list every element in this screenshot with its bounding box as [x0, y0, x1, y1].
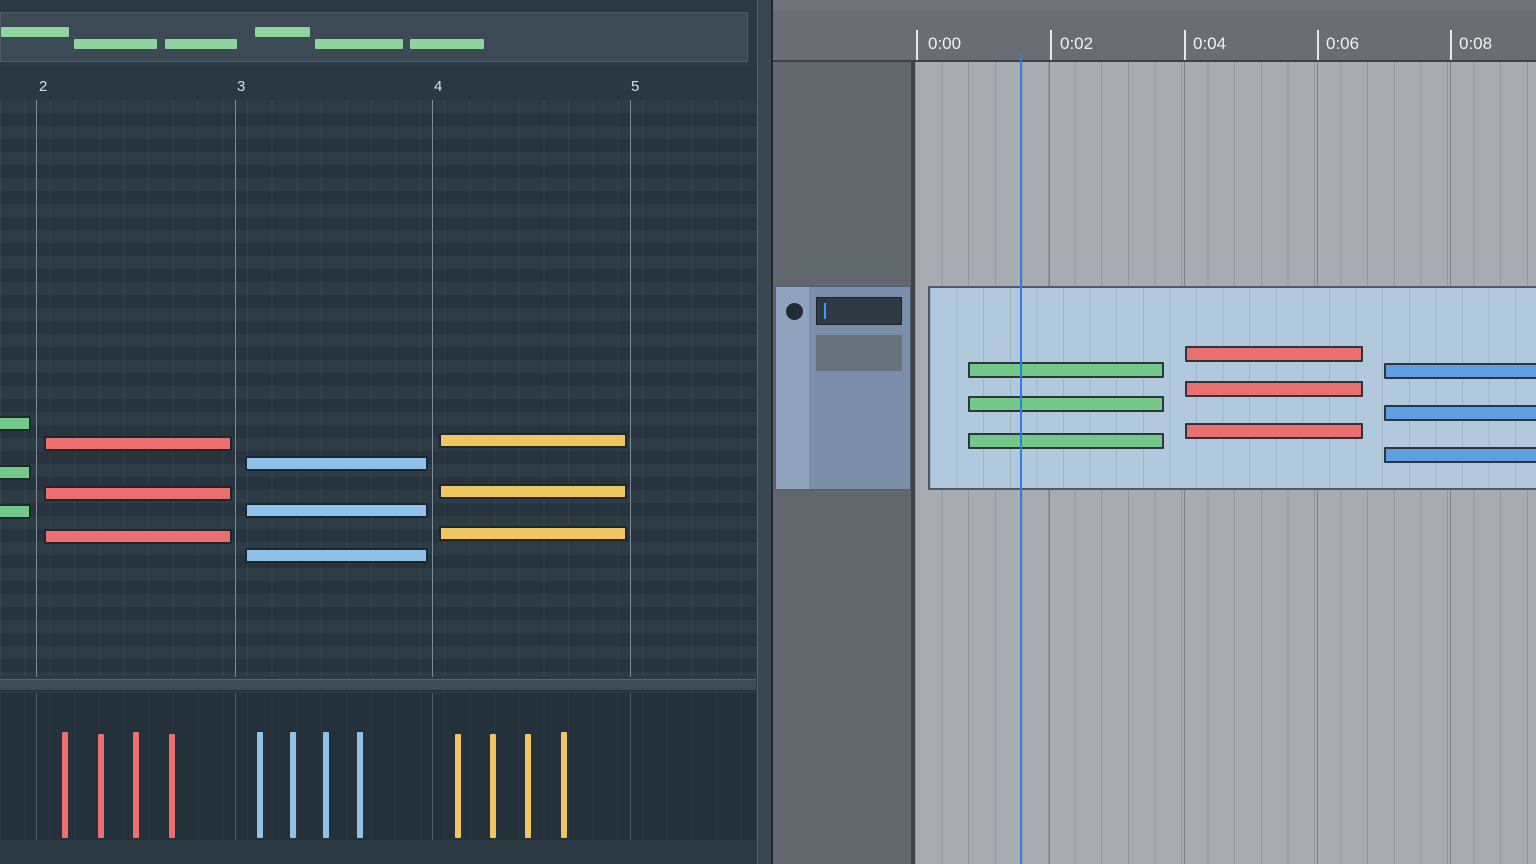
- time-label: 0:02: [1060, 34, 1094, 53]
- velocity-bar[interactable]: [62, 732, 68, 838]
- velocity-bar[interactable]: [290, 732, 296, 838]
- overview-note: [1, 27, 69, 37]
- midi-note[interactable]: [439, 484, 627, 499]
- velocity-bar[interactable]: [323, 732, 329, 838]
- time-tick: [1184, 30, 1186, 60]
- midi-note[interactable]: [245, 456, 428, 471]
- bar-number-3: 3: [237, 78, 246, 95]
- time-tick: [1050, 30, 1052, 60]
- clip-note: [1384, 363, 1536, 379]
- bar-line: [36, 693, 37, 840]
- clip-note: [1384, 447, 1536, 463]
- time-tick: [1450, 30, 1452, 60]
- time-ruler[interactable]: 0:00 0:02 0:04 0:06 0:08: [773, 10, 1536, 62]
- arrangement-panel: 0:00 0:02 0:04 0:06 0:08: [773, 0, 1536, 864]
- velocity-bar[interactable]: [357, 732, 363, 838]
- bar-number-4: 4: [434, 78, 443, 95]
- time-label: 0:04: [1193, 34, 1227, 53]
- clip-note: [968, 396, 1164, 412]
- clip-note: [1384, 405, 1536, 421]
- velocity-bar[interactable]: [455, 734, 461, 838]
- pattern-overview[interactable]: [0, 12, 748, 62]
- track-name-input[interactable]: [816, 297, 902, 325]
- bar-number-2: 2: [39, 78, 48, 95]
- panel-splitter[interactable]: [757, 0, 773, 864]
- piano-roll-panel: 2 3 4 5: [0, 0, 766, 864]
- bar-line: [630, 100, 631, 677]
- velocity-bar[interactable]: [257, 732, 263, 838]
- midi-note[interactable]: [0, 465, 31, 480]
- midi-note[interactable]: [245, 503, 428, 518]
- velocity-bar[interactable]: [98, 734, 104, 838]
- record-arm-button[interactable]: [786, 303, 803, 320]
- midi-note[interactable]: [439, 433, 627, 448]
- text-cursor: [824, 303, 826, 319]
- time-tick: [916, 30, 918, 60]
- overview-note: [410, 39, 484, 49]
- midi-note[interactable]: [44, 436, 232, 451]
- clip-note: [968, 362, 1164, 378]
- overview-note: [255, 27, 310, 37]
- playhead[interactable]: [1020, 54, 1022, 864]
- bar-line: [36, 100, 37, 677]
- velocity-bar[interactable]: [490, 734, 496, 838]
- time-label: 0:06: [1326, 34, 1360, 53]
- piano-roll-footer: [0, 840, 766, 864]
- bar-ruler[interactable]: 2 3 4 5: [0, 66, 766, 100]
- midi-note[interactable]: [44, 486, 232, 501]
- bar-line: [630, 693, 631, 840]
- bar-line: [432, 693, 433, 840]
- track-volume-control[interactable]: [816, 335, 902, 371]
- velocity-bar[interactable]: [133, 732, 139, 838]
- clip-note: [1185, 381, 1363, 397]
- midi-note[interactable]: [439, 526, 627, 541]
- velocity-bar[interactable]: [561, 732, 567, 838]
- velocity-divider-handle[interactable]: [0, 679, 756, 691]
- bar-number-5: 5: [631, 78, 640, 95]
- time-tick: [1317, 30, 1319, 60]
- track-header[interactable]: [775, 286, 911, 490]
- midi-note[interactable]: [0, 504, 31, 519]
- clip-note: [1185, 423, 1363, 439]
- bar-line: [235, 693, 236, 840]
- midi-note[interactable]: [44, 529, 232, 544]
- bar-line: [432, 100, 433, 677]
- arrangement-toolbar: [773, 0, 1536, 10]
- clip-note: [968, 433, 1164, 449]
- velocity-lane[interactable]: [0, 693, 756, 840]
- overview-note: [74, 39, 157, 49]
- time-label: 0:00: [928, 34, 962, 53]
- time-label: 0:08: [1459, 34, 1493, 53]
- bar-line: [235, 100, 236, 677]
- clip-note: [1185, 346, 1363, 362]
- overview-note: [165, 39, 237, 49]
- midi-note[interactable]: [0, 416, 31, 431]
- velocity-bar[interactable]: [525, 734, 531, 838]
- midi-note[interactable]: [245, 548, 428, 563]
- velocity-bar[interactable]: [169, 734, 175, 838]
- note-grid[interactable]: [0, 100, 756, 677]
- overview-note: [315, 39, 403, 49]
